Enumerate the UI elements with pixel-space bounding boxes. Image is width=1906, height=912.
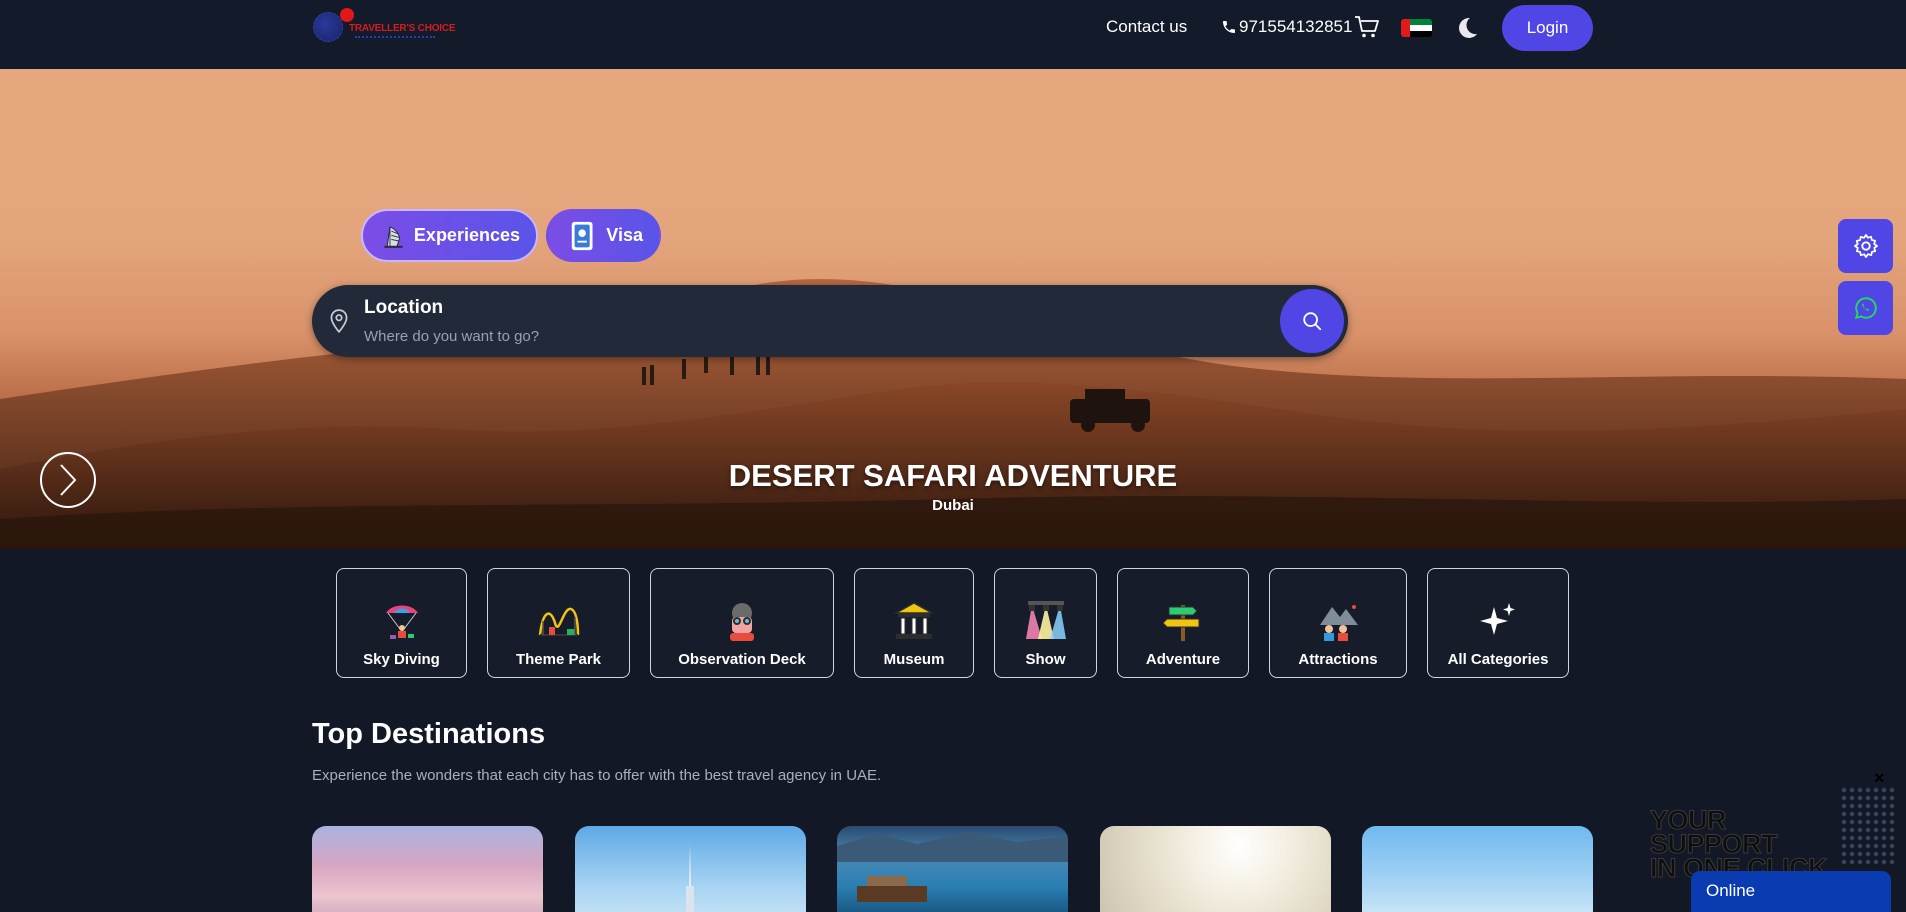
binoculars-person-icon xyxy=(730,603,754,641)
location-input[interactable] xyxy=(364,325,1064,347)
whatsapp-icon xyxy=(1854,297,1877,320)
phone-number: 971554132851 xyxy=(1239,17,1353,36)
stage-lights-icon xyxy=(1025,601,1066,639)
category-label: Adventure xyxy=(1145,651,1221,668)
support-line-1: YOUR SUPPORT xyxy=(1650,805,1779,859)
destination-card[interactable] xyxy=(837,826,1068,912)
globe-icon xyxy=(313,12,343,42)
category-adventure[interactable]: Adventure xyxy=(1117,568,1249,678)
top-header: TRAVELLER'S CHOICE Contact us 9715541328… xyxy=(0,0,1906,69)
category-observation-deck[interactable]: Observation Deck xyxy=(650,568,834,678)
museum-icon xyxy=(893,602,935,639)
tab-visa-label: Visa xyxy=(606,225,643,245)
tab-experiences-label: Experiences xyxy=(413,225,520,245)
destination-card[interactable] xyxy=(575,826,806,912)
dots-pattern xyxy=(1840,786,1896,866)
search-icon xyxy=(1303,312,1322,331)
logo-text: TRAVELLER'S CHOICE xyxy=(349,23,456,34)
search-button[interactable] xyxy=(1280,289,1344,353)
moon-icon[interactable] xyxy=(1453,15,1479,41)
category-show[interactable]: Show xyxy=(994,568,1097,678)
skydiving-icon xyxy=(385,605,418,639)
mountain-people-icon xyxy=(1320,605,1358,641)
category-label: Attractions xyxy=(1298,651,1378,668)
location-search-bar: Location xyxy=(312,285,1348,357)
burj-khalifa-image xyxy=(686,844,694,912)
logo-dot xyxy=(340,8,354,22)
roller-coaster-icon xyxy=(538,607,579,636)
destination-card[interactable] xyxy=(1100,826,1331,912)
category-museum[interactable]: Museum xyxy=(854,568,974,678)
signpost-icon xyxy=(1162,605,1200,641)
phone-icon xyxy=(1223,21,1235,33)
category-row: Sky Diving Theme Park Observation Deck M… xyxy=(0,568,1906,679)
settings-button[interactable] xyxy=(1838,219,1893,273)
logo-underline xyxy=(355,36,435,39)
section-title: Top Destinations xyxy=(312,718,546,750)
online-chat-bar[interactable]: Online xyxy=(1691,871,1891,912)
login-button[interactable]: Login xyxy=(1502,5,1593,51)
sparkles-icon xyxy=(1480,603,1515,635)
destination-card[interactable] xyxy=(1362,826,1593,912)
contact-link[interactable]: Contact us xyxy=(1106,17,1187,37)
slide-title: DESERT SAFARI ADVENTURE xyxy=(728,458,1178,493)
support-banner[interactable]: YOUR SUPPORT IN ONE CLICK xyxy=(1650,805,1836,882)
location-label: Location xyxy=(364,297,444,318)
hero-banner: Experiences Visa Location DESERT SAFARI … xyxy=(0,69,1906,549)
category-label: All Categories xyxy=(1447,651,1549,668)
category-label: Observation Deck xyxy=(678,651,806,668)
cart-icon[interactable] xyxy=(1354,15,1380,39)
tab-visa[interactable]: Visa xyxy=(546,209,661,262)
uae-flag-icon[interactable] xyxy=(1401,19,1432,37)
category-theme-park[interactable]: Theme Park xyxy=(487,568,630,678)
gear-icon xyxy=(1853,234,1878,258)
logo[interactable]: TRAVELLER'S CHOICE xyxy=(313,8,456,48)
category-label: Museum xyxy=(883,651,945,668)
phone-link[interactable]: 971554132851 xyxy=(1221,17,1352,37)
burj-al-arab-icon xyxy=(384,225,403,248)
close-icon[interactable]: × xyxy=(1874,768,1885,789)
category-all[interactable]: All Categories xyxy=(1427,568,1569,678)
tab-experiences[interactable]: Experiences xyxy=(361,209,538,262)
destination-card[interactable] xyxy=(312,826,543,912)
boat-bay-image xyxy=(837,832,1068,902)
category-attractions[interactable]: Attractions xyxy=(1269,568,1407,678)
category-label: Sky Diving xyxy=(363,651,440,668)
section-description: Experience the wonders that each city ha… xyxy=(312,767,882,784)
slide-subtitle: Dubai xyxy=(932,497,974,514)
category-label: Show xyxy=(1025,651,1066,668)
location-pin-icon xyxy=(330,309,348,334)
whatsapp-button[interactable] xyxy=(1838,281,1893,335)
category-label: Theme Park xyxy=(515,651,602,668)
category-sky-diving[interactable]: Sky Diving xyxy=(336,568,467,678)
passport-icon xyxy=(571,221,593,250)
